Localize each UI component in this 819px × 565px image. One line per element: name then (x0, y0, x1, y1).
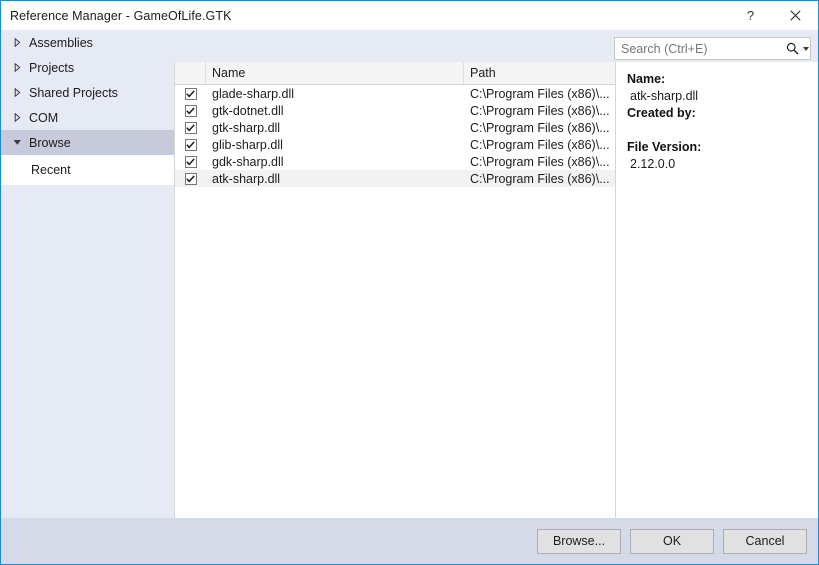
sidebar-item-recent[interactable]: Recent (1, 155, 174, 185)
table-row[interactable]: gtk-dotnet.dll C:\Program Files (x86)\..… (175, 102, 615, 119)
list-header-row: Name Path (175, 62, 615, 85)
table-row[interactable]: gdk-sharp.dll C:\Program Files (x86)\... (175, 153, 615, 170)
sidebar-item-label: Projects (29, 60, 75, 75)
detail-name-value: atk-sharp.dll (630, 89, 699, 103)
window-title: Reference Manager - GameOfLife.GTK (10, 8, 232, 23)
row-name: glade-sharp.dll (212, 86, 294, 101)
dialog-body: Assemblies Projects Shared Projects COM (1, 30, 818, 518)
ok-button[interactable]: OK (630, 528, 714, 554)
title-bar: Reference Manager - GameOfLife.GTK ? (1, 1, 818, 30)
row-name: atk-sharp.dll (212, 171, 281, 186)
row-name: gtk-sharp.dll (212, 120, 281, 135)
row-name: gtk-dotnet.dll (212, 103, 284, 118)
details-panel: Name: atk-sharp.dll Created by: File Ver… (616, 62, 818, 518)
close-button[interactable] (773, 1, 818, 30)
detail-name-label: Name: (627, 72, 666, 86)
checkbox-checked-icon[interactable] (184, 138, 197, 151)
checkbox-checked-icon[interactable] (184, 121, 197, 134)
list-rows: glade-sharp.dll C:\Program Files (x86)\.… (175, 85, 615, 518)
sidebar-item-shared-projects[interactable]: Shared Projects (1, 80, 174, 105)
table-row[interactable]: glib-sharp.dll C:\Program Files (x86)\..… (175, 136, 615, 153)
question-mark-icon: ? (746, 8, 755, 23)
sidebar-item-label: Shared Projects (29, 85, 118, 100)
column-header-name[interactable]: Name (206, 62, 464, 84)
chevron-right-icon (9, 113, 25, 122)
row-path: C:\Program Files (x86)\... (470, 86, 610, 101)
row-checkbox-cell[interactable] (175, 121, 206, 134)
row-checkbox-cell[interactable] (175, 138, 206, 151)
checkbox-checked-icon[interactable] (184, 104, 197, 117)
checkbox-checked-icon[interactable] (184, 172, 197, 185)
table-row[interactable]: gtk-sharp.dll C:\Program Files (x86)\... (175, 119, 615, 136)
row-checkbox-cell[interactable] (175, 104, 206, 117)
reference-list: Name Path glade-sharp.dll C:\Program Fil… (175, 62, 616, 518)
window-controls: ? (728, 1, 818, 30)
row-path: C:\Program Files (x86)\... (470, 137, 610, 152)
search-affordances[interactable] (786, 42, 815, 55)
row-checkbox-cell[interactable] (175, 155, 206, 168)
search-icon (786, 42, 799, 55)
detail-created-by-label: Created by: (627, 106, 696, 120)
detail-file-version-value: 2.12.0.0 (630, 157, 676, 171)
column-header-check[interactable] (175, 62, 206, 84)
row-path: C:\Program Files (x86)\... (470, 171, 610, 186)
sidebar-item-projects[interactable]: Projects (1, 55, 174, 80)
results-pane: Name Path glade-sharp.dll C:\Program Fil… (174, 62, 818, 518)
row-checkbox-cell[interactable] (175, 172, 206, 185)
table-row[interactable]: glade-sharp.dll C:\Program Files (x86)\.… (175, 85, 615, 102)
close-icon (790, 10, 801, 21)
detail-created-by-value (627, 122, 818, 139)
row-name: gdk-sharp.dll (212, 154, 284, 169)
checkbox-checked-icon[interactable] (184, 155, 197, 168)
column-header-path[interactable]: Path (464, 62, 615, 84)
detail-file-version-label: File Version: (627, 140, 702, 154)
sidebar-item-label: Browse (29, 135, 71, 150)
chevron-right-icon (9, 63, 25, 72)
sidebar-item-label: Recent (31, 163, 71, 177)
reference-manager-dialog: Reference Manager - GameOfLife.GTK ? Ass… (0, 0, 819, 565)
row-path: C:\Program Files (x86)\... (470, 120, 610, 135)
help-button[interactable]: ? (728, 1, 773, 30)
search-box[interactable] (614, 37, 811, 60)
sidebar-item-assemblies[interactable]: Assemblies (1, 30, 174, 55)
row-path: C:\Program Files (x86)\... (470, 103, 610, 118)
sidebar-item-label: Assemblies (29, 35, 93, 50)
row-checkbox-cell[interactable] (175, 87, 206, 100)
sidebar-item-label: COM (29, 110, 59, 125)
checkbox-checked-icon[interactable] (184, 87, 197, 100)
browse-button[interactable]: Browse... (537, 528, 621, 554)
search-input[interactable] (615, 39, 786, 58)
chevron-right-icon (9, 38, 25, 47)
chevron-down-icon (9, 139, 25, 146)
chevron-down-icon[interactable] (803, 46, 809, 51)
table-row[interactable]: atk-sharp.dll C:\Program Files (x86)\... (175, 170, 615, 187)
row-name: glib-sharp.dll (212, 137, 283, 152)
row-path: C:\Program Files (x86)\... (470, 154, 610, 169)
category-sidebar: Assemblies Projects Shared Projects COM (1, 30, 174, 518)
chevron-right-icon (9, 88, 25, 97)
dialog-footer: Browse... OK Cancel (1, 518, 818, 564)
sidebar-item-com[interactable]: COM (1, 105, 174, 130)
cancel-button[interactable]: Cancel (723, 528, 807, 554)
sidebar-item-browse[interactable]: Browse (1, 130, 174, 155)
